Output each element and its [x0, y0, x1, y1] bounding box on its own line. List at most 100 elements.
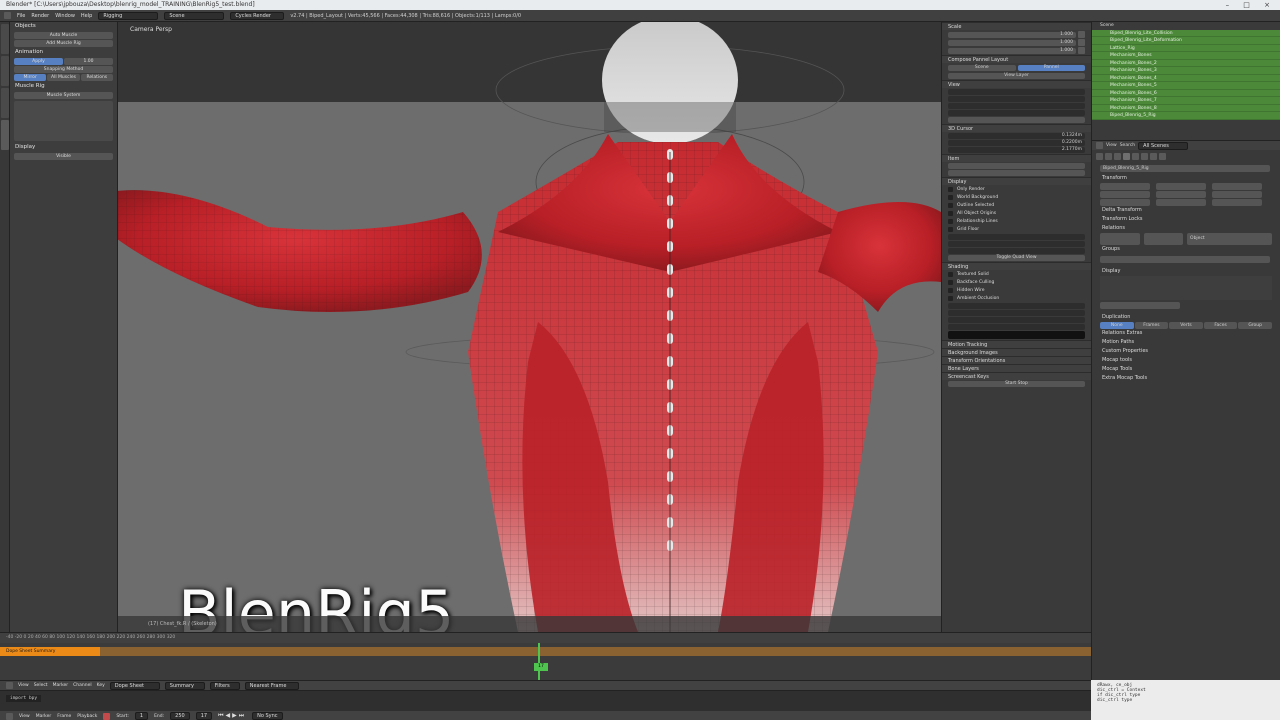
console-prompt[interactable]: import bpy — [6, 695, 42, 702]
np-section-motion-tracking[interactable]: Motion Tracking — [942, 340, 1091, 348]
all-muscles-option[interactable]: All Muscles — [47, 74, 80, 81]
outliner-row[interactable]: Mechanism_Bones_8 — [1092, 104, 1280, 112]
outliner-row[interactable]: Mechanism_Bones_6 — [1092, 89, 1280, 97]
current-frame-indicator[interactable]: 17 — [534, 663, 548, 671]
np-section-scale[interactable]: Scale — [942, 22, 1091, 30]
tool-value[interactable]: 1.00 — [64, 58, 113, 65]
editor-type-icon[interactable] — [4, 12, 11, 19]
dup-none-tab[interactable]: None — [1100, 322, 1134, 329]
all-object-origins-checkbox[interactable]: All Object Origins — [948, 210, 1085, 217]
backface-culling-checkbox[interactable]: Backface Culling — [948, 279, 1085, 286]
dup-frames-tab[interactable]: Frames — [1134, 322, 1169, 329]
menu-view[interactable]: View — [1106, 143, 1117, 148]
np-section-display[interactable]: Display — [942, 177, 1091, 185]
np-section-screencast-keys[interactable]: Screencast Keys — [942, 372, 1091, 380]
section-groups[interactable]: Groups — [1092, 245, 1280, 254]
layer-buttons[interactable] — [1143, 233, 1184, 245]
cursor-y-field[interactable]: 0.2200m — [948, 140, 1085, 146]
end-frame-field[interactable]: 250 — [170, 712, 190, 720]
menu-window[interactable]: Window — [55, 13, 75, 19]
snap-dropdown[interactable]: Nearest Frame — [244, 681, 299, 690]
record-icon[interactable] — [103, 712, 111, 720]
np-section-background-images[interactable]: Background Images — [942, 348, 1091, 356]
auto-muscle-button[interactable]: Auto Muscle — [14, 32, 113, 39]
outliner-row[interactable]: Biped_Blenrig_Lite_Deformation — [1092, 37, 1280, 45]
window-controls[interactable]: – □ × — [1226, 0, 1276, 10]
scene-dropdown[interactable]: Scene — [164, 11, 225, 20]
tab-scene[interactable]: Scene — [948, 65, 1016, 71]
pin-icon[interactable] — [1078, 31, 1085, 38]
scale-y-field[interactable] — [1212, 191, 1262, 198]
local-camera-field[interactable] — [948, 117, 1085, 123]
display-type-field[interactable] — [1100, 302, 1180, 309]
layer-buttons[interactable] — [1100, 233, 1140, 245]
outliner-scene-row[interactable]: Scene — [1092, 22, 1280, 30]
only-render-checkbox[interactable]: Only Render — [948, 186, 1085, 193]
item-name-field[interactable] — [948, 163, 1085, 169]
ds-menu-marker[interactable]: Marker — [53, 683, 69, 688]
section-custom-properties[interactable]: Custom Properties — [1092, 347, 1280, 356]
outliner-row[interactable]: Biped_Blenrig_Lite_Collision — [1092, 29, 1280, 37]
layout-dropdown[interactable]: Rigging — [98, 11, 159, 20]
cursor-z-field[interactable]: 2.1770m — [948, 147, 1085, 153]
current-frame-field[interactable]: 17 — [195, 712, 213, 720]
world-tab-icon[interactable] — [1114, 153, 1121, 160]
start-frame-field[interactable]: 1 — [134, 712, 149, 720]
tool-section-display[interactable]: Display — [10, 143, 117, 152]
pin-icon[interactable] — [1078, 39, 1085, 46]
tool-section-muscle-rig[interactable]: Muscle Rig — [10, 82, 117, 91]
mirror-option[interactable]: Mirror — [14, 74, 47, 81]
data-tab-icon[interactable] — [1150, 153, 1157, 160]
python-console[interactable]: dRawx, ce_obj dic_ctrl = Context if dic_… — [1091, 680, 1280, 720]
scale-x-field[interactable] — [1212, 183, 1262, 190]
section-extra-mocap-tools[interactable]: Extra Mocap Tools — [1092, 374, 1280, 383]
menu-render[interactable]: Render — [31, 13, 49, 19]
menu-search[interactable]: Search — [1120, 143, 1135, 148]
ds-menu-key[interactable]: Key — [97, 683, 105, 688]
section-relations-extras[interactable]: Relations Extras — [1092, 329, 1280, 338]
tl-menu-frame[interactable]: Frame — [57, 714, 71, 719]
tl-menu-playback[interactable]: Playback — [77, 714, 97, 719]
subdivisions-field[interactable] — [948, 248, 1085, 254]
parent-type-field[interactable]: Object — [1187, 233, 1273, 245]
outliner-row[interactable]: Mechanism_Bones_4 — [1092, 74, 1280, 82]
np-section-view[interactable]: View — [942, 80, 1091, 88]
ao-distance-field[interactable] — [948, 310, 1085, 316]
outliner-row[interactable]: Mechanism_Bones_5 — [1092, 82, 1280, 90]
outliner-row[interactable]: Biped_Blenrig_5_Rig — [1092, 112, 1280, 120]
np-section-3d-cursor[interactable]: 3D Cursor — [942, 124, 1091, 132]
section-duplication[interactable]: Duplication — [1092, 313, 1280, 322]
tool-section-objects[interactable]: Objects — [10, 22, 117, 31]
section-mocap-tools-2[interactable]: Mocap Tools — [1092, 365, 1280, 374]
scene-tab-icon[interactable] — [1105, 153, 1112, 160]
menu-file[interactable]: File — [17, 13, 25, 19]
scale-z-field[interactable]: 1.000 — [948, 47, 1076, 54]
hidden-wire-checkbox[interactable]: Hidden Wire — [948, 287, 1085, 294]
editor-type-icon[interactable] — [1096, 142, 1103, 149]
tool-tab-active[interactable] — [1, 120, 9, 150]
bone-tab-icon[interactable] — [1159, 153, 1166, 160]
pin-icon[interactable] — [1078, 47, 1085, 54]
render-tab-icon[interactable] — [1096, 153, 1103, 160]
relationship-lines-checkbox[interactable]: Relationship Lines — [948, 218, 1085, 225]
ao-attenuation-field[interactable] — [948, 317, 1085, 323]
outliner-row[interactable]: Lattice_Rig — [1092, 44, 1280, 52]
rotation-x-field[interactable] — [1156, 183, 1206, 190]
np-section-transform-orientations[interactable]: Transform Orientations — [942, 356, 1091, 364]
lens-field[interactable] — [948, 89, 1085, 95]
outliner-row[interactable]: Mechanism_Bones_3 — [1092, 67, 1280, 75]
grid-scale-field[interactable] — [948, 241, 1085, 247]
color-field[interactable] — [948, 331, 1085, 339]
character-model[interactable] — [118, 22, 941, 632]
section-display[interactable]: Display — [1092, 267, 1280, 276]
cursor-x-field[interactable]: 0.1324m — [948, 133, 1085, 139]
scenes-dropdown[interactable]: All Scenes — [1138, 141, 1189, 150]
outliner-row[interactable]: Mechanism_Bones — [1092, 52, 1280, 60]
clip-end-field[interactable] — [948, 110, 1085, 116]
frame-ruler[interactable]: -40 -20 0 20 40 60 80 100 120 140 160 18… — [0, 633, 1091, 643]
location-z-field[interactable] — [1100, 199, 1150, 206]
rotation-y-field[interactable] — [1156, 191, 1206, 198]
3d-viewport[interactable]: Camera Persp BlenRig5 (17) Chest_fk.R / … — [118, 22, 941, 632]
ds-mode-dropdown[interactable]: Dope Sheet — [109, 681, 160, 690]
summary-channel[interactable]: Dope Sheet Summary — [0, 647, 1091, 656]
